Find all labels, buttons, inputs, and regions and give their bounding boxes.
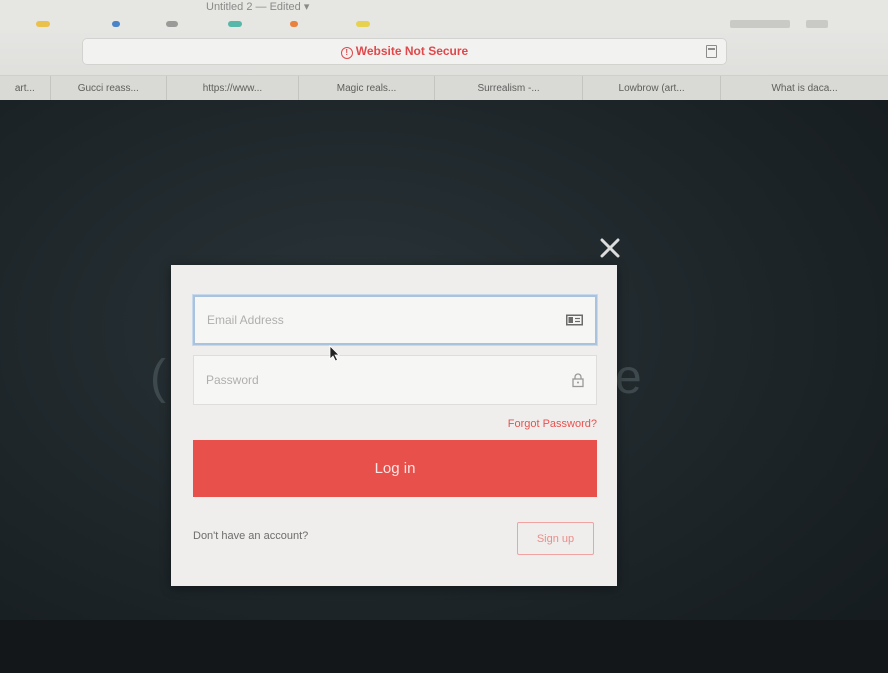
bookmark-item[interactable]: https://www...: [167, 76, 299, 101]
password-field[interactable]: [193, 355, 597, 405]
toolbar-marker: [36, 21, 50, 27]
mouse-cursor-icon: [329, 345, 340, 362]
toolbar-marker: [356, 21, 370, 27]
login-modal: Forgot Password? Log in Don't have an ac…: [171, 265, 617, 586]
screen: Untitled 2 — Edited ▾ ! Website Not Secur…: [0, 0, 888, 673]
password-input[interactable]: [206, 356, 546, 404]
bookmark-item[interactable]: What is daca...: [721, 76, 888, 101]
toolbar-control[interactable]: [730, 20, 790, 28]
browser-chrome: Untitled 2 — Edited ▾ ! Website Not Secur…: [0, 0, 888, 101]
email-input[interactable]: [207, 297, 547, 343]
no-account-text: Don't have an account?: [193, 530, 309, 542]
bookmarks-bar: art... Gucci reass... https://www... Mag…: [0, 75, 888, 101]
toolbar-marker: [166, 21, 178, 27]
toolbar-marker: [228, 21, 242, 27]
address-bar[interactable]: ! Website Not Secure: [82, 38, 727, 65]
login-button[interactable]: Log in: [193, 440, 597, 497]
forgot-password-link[interactable]: Forgot Password?: [508, 418, 597, 430]
signup-button[interactable]: Sign up: [517, 522, 594, 555]
bookmark-item[interactable]: Surrealism -...: [435, 76, 584, 101]
page-footer-band: [0, 620, 888, 673]
toolbar-control[interactable]: [806, 20, 828, 28]
title-bar: Untitled 2 — Edited ▾: [0, 0, 888, 30]
bookmark-item[interactable]: Lowbrow (art...: [583, 76, 722, 101]
bookmark-item[interactable]: Gucci reass...: [51, 76, 167, 101]
id-card-icon: [566, 314, 583, 326]
email-field[interactable]: [193, 295, 597, 345]
background-title-fragment: e: [615, 351, 642, 404]
warning-icon: !: [340, 47, 353, 59]
toolbar-marker: [290, 21, 298, 27]
bookmark-item[interactable]: Magic reals...: [299, 76, 436, 101]
window-title: Untitled 2 — Edited ▾: [206, 1, 310, 13]
bookmark-item[interactable]: art...: [0, 76, 51, 101]
lock-icon: [572, 373, 584, 388]
toolbar-marker: [112, 21, 120, 27]
security-indicator: ! Website Not Secure: [82, 44, 727, 59]
background-logo-fragment: (: [150, 351, 166, 404]
close-icon[interactable]: [597, 235, 623, 261]
reader-view-icon[interactable]: [706, 45, 717, 58]
security-label: Website Not Secure: [355, 44, 469, 58]
